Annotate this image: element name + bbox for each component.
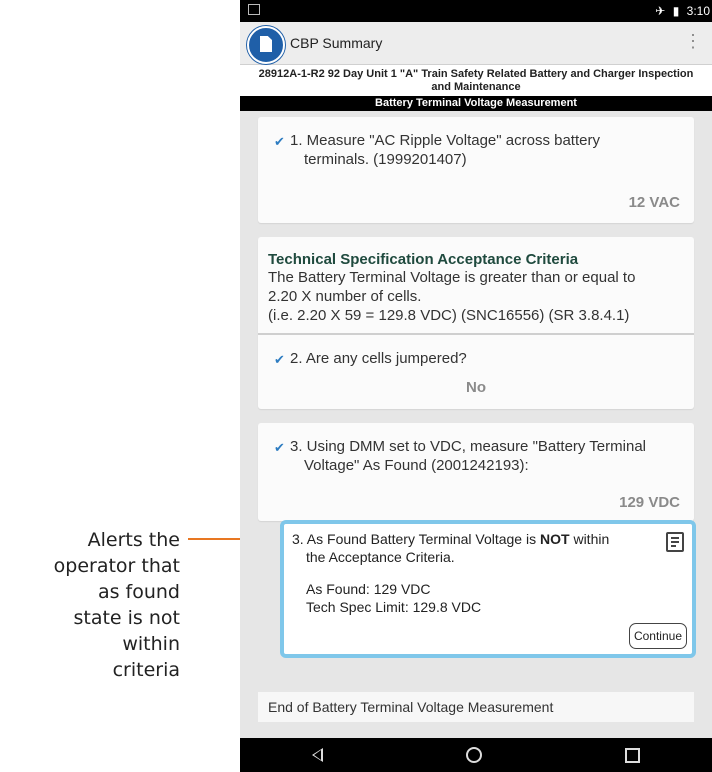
annotation-line: within: [122, 633, 180, 655]
criteria-alert-dialog: 3. As Found Battery Terminal Voltage is …: [280, 520, 696, 658]
alert-message: the Acceptance Criteria.: [306, 549, 455, 565]
procedure-title: 28912A-1-R2 92 Day Unit 1 "A" Train Safe…: [240, 65, 712, 96]
step-text: 1. Measure "AC Ripple Voltage" across ba…: [290, 132, 600, 149]
continue-button[interactable]: Continue: [628, 623, 687, 649]
back-icon[interactable]: [311, 748, 323, 762]
step-text: Voltage" As Found (2001242193):: [304, 457, 529, 474]
annotation-line: as found: [97, 581, 180, 603]
annotation-line: operator that: [53, 555, 180, 577]
step-value: No: [466, 379, 486, 396]
notes-icon[interactable]: [666, 532, 684, 552]
criteria-text: The Battery Terminal Voltage is greater …: [268, 269, 636, 324]
criteria-card: Technical Specification Acceptance Crite…: [258, 237, 694, 409]
step-card[interactable]: ✔ 1. Measure "AC Ripple Voltage" across …: [258, 117, 694, 223]
step-value: 129 VDC: [619, 494, 680, 511]
spec-limit-value: Tech Spec Limit: 129.8 VDC: [306, 599, 482, 615]
section-header: Battery Terminal Voltage Measurement: [240, 96, 712, 111]
navigation-bar: [240, 738, 712, 772]
step-text: 3. Using DMM set to VDC, measure "Batter…: [290, 438, 646, 455]
section-end-label: End of Battery Terminal Voltage Measurem…: [258, 692, 694, 722]
step-card[interactable]: ✔ 3. Using DMM set to VDC, measure "Batt…: [258, 423, 694, 521]
step-row[interactable]: ✔ 2. Are any cells jumpered?: [258, 335, 694, 369]
callout-annotation: Alerts the operator that as found state …: [0, 527, 180, 683]
criteria-title: Technical Specification Acceptance Crite…: [268, 251, 579, 268]
step-text: terminals. (1999201407): [304, 151, 467, 168]
annotation-line: state is not: [73, 607, 180, 629]
tablet-screen: ✈ ▮ 3:10 CBP Summary ⋮ 28912A-1-R2 92 Da…: [240, 0, 712, 772]
app-title: CBP Summary: [290, 35, 383, 51]
airplane-icon: ✈: [655, 4, 666, 18]
notification-icon: [248, 4, 260, 15]
app-logo-icon[interactable]: [247, 26, 285, 64]
checkmark-icon: ✔: [274, 134, 285, 149]
step-value: 12 VAC: [628, 194, 680, 211]
battery-icon: ▮: [672, 4, 680, 18]
clock: 3:10: [686, 4, 710, 18]
checkmark-icon: ✔: [274, 352, 285, 367]
overflow-menu-icon[interactable]: ⋮: [684, 32, 702, 50]
step-text: 2. Are any cells jumpered?: [290, 350, 467, 367]
app-bar: CBP Summary ⋮: [240, 22, 712, 65]
checkmark-icon: ✔: [274, 440, 285, 455]
annotation-line: Alerts the: [87, 529, 180, 551]
recent-apps-icon[interactable]: [625, 747, 641, 763]
home-icon[interactable]: [465, 747, 482, 763]
as-found-value: As Found: 129 VDC: [306, 581, 431, 597]
step-list: ✔ 1. Measure "AC Ripple Voltage" across …: [240, 111, 712, 521]
status-bar: ✈ ▮ 3:10: [240, 0, 712, 22]
annotation-line: criteria: [112, 659, 180, 681]
alert-message: 3. As Found Battery Terminal Voltage is …: [292, 531, 610, 547]
